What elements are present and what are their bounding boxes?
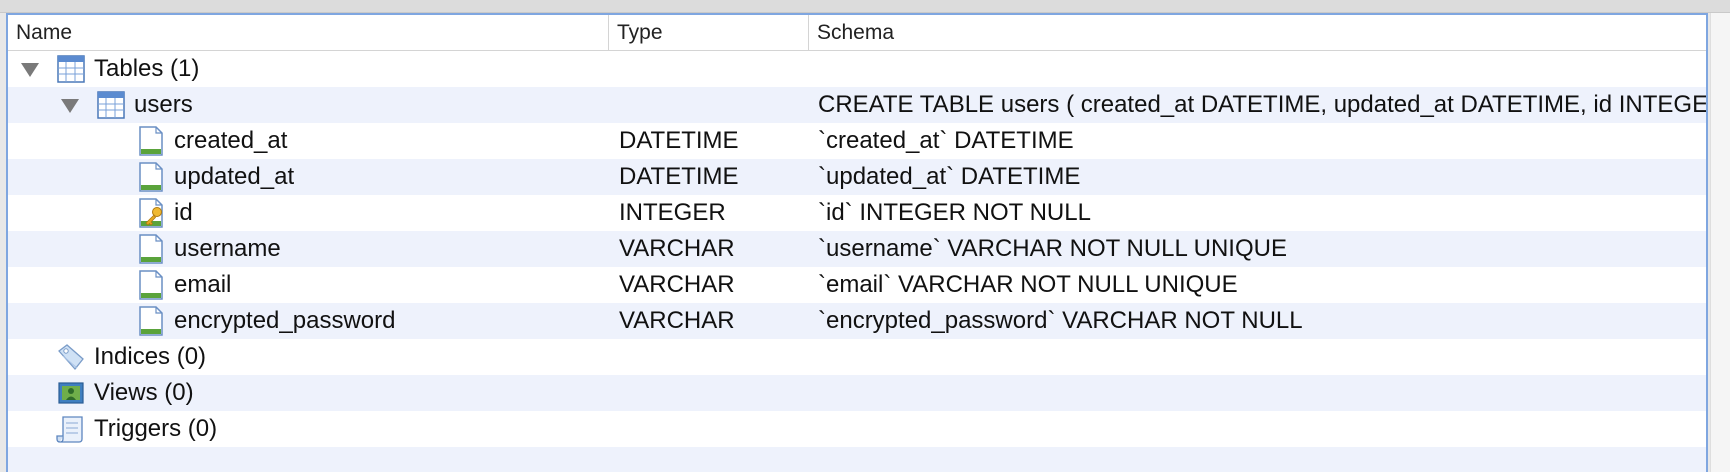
table-icon [56,54,86,84]
tree-row-tables[interactable]: Tables (1) [8,51,1706,87]
field-type: DATETIME [619,127,739,154]
triggers-label: Triggers (0) [94,415,218,442]
field-name: created_at [174,127,288,154]
primary-key-field-icon [136,198,166,228]
field-icon [136,306,166,336]
database-structure-tree[interactable]: Name Type Schema Tables (1) users CREATE… [6,13,1708,472]
tree-row-triggers[interactable]: Triggers (0) [8,411,1706,447]
field-type: DATETIME [619,163,739,190]
field-icon [136,162,166,192]
vertical-scrollbar[interactable] [1710,13,1730,472]
expand-triangle-icon[interactable] [21,63,39,77]
field-row[interactable]: username VARCHAR `username` VARCHAR NOT … [8,231,1706,267]
field-schema: `encrypted_password` VARCHAR NOT NULL [818,307,1303,334]
empty-row [8,447,1706,472]
field-name: email [174,271,232,298]
column-header: Name Type Schema [8,15,1706,51]
field-schema: `created_at` DATETIME [818,127,1074,154]
tree-row-users[interactable]: users CREATE TABLE users ( created_at DA… [8,87,1706,123]
view-icon [56,378,86,408]
column-header-type[interactable]: Type [608,15,808,50]
trigger-scroll-icon [56,414,86,444]
field-row[interactable]: created_at DATETIME `created_at` DATETIM… [8,123,1706,159]
field-icon [136,270,166,300]
indices-label: Indices (0) [94,343,207,370]
expand-triangle-icon[interactable] [61,99,79,113]
window-top-strip [0,0,1730,13]
field-schema: `username` VARCHAR NOT NULL UNIQUE [818,235,1287,262]
field-row[interactable]: id INTEGER `id` INTEGER NOT NULL [8,195,1706,231]
column-header-name[interactable]: Name [8,15,608,50]
field-icon [136,126,166,156]
field-schema: `id` INTEGER NOT NULL [818,199,1091,226]
views-label: Views (0) [94,379,194,406]
field-row[interactable]: updated_at DATETIME `updated_at` DATETIM… [8,159,1706,195]
field-name: encrypted_password [174,307,396,334]
table-schema: CREATE TABLE users ( created_at DATETIME… [818,91,1708,118]
index-tag-icon [56,342,86,372]
field-schema: `updated_at` DATETIME [818,163,1081,190]
tables-label: Tables (1) [94,55,200,82]
field-row[interactable]: email VARCHAR `email` VARCHAR NOT NULL U… [8,267,1706,303]
field-type: INTEGER [619,199,726,226]
field-name: id [174,199,193,226]
tree-row-views[interactable]: Views (0) [8,375,1706,411]
field-type: VARCHAR [619,271,735,298]
field-type: VARCHAR [619,307,735,334]
table-name: users [134,91,193,118]
field-name: username [174,235,281,262]
field-schema: `email` VARCHAR NOT NULL UNIQUE [818,271,1238,298]
tree-row-indices[interactable]: Indices (0) [8,339,1706,375]
table-icon [96,90,126,120]
field-icon [136,234,166,264]
field-type: VARCHAR [619,235,735,262]
field-row[interactable]: encrypted_password VARCHAR `encrypted_pa… [8,303,1706,339]
field-name: updated_at [174,163,295,190]
column-header-schema[interactable]: Schema [808,15,1706,50]
